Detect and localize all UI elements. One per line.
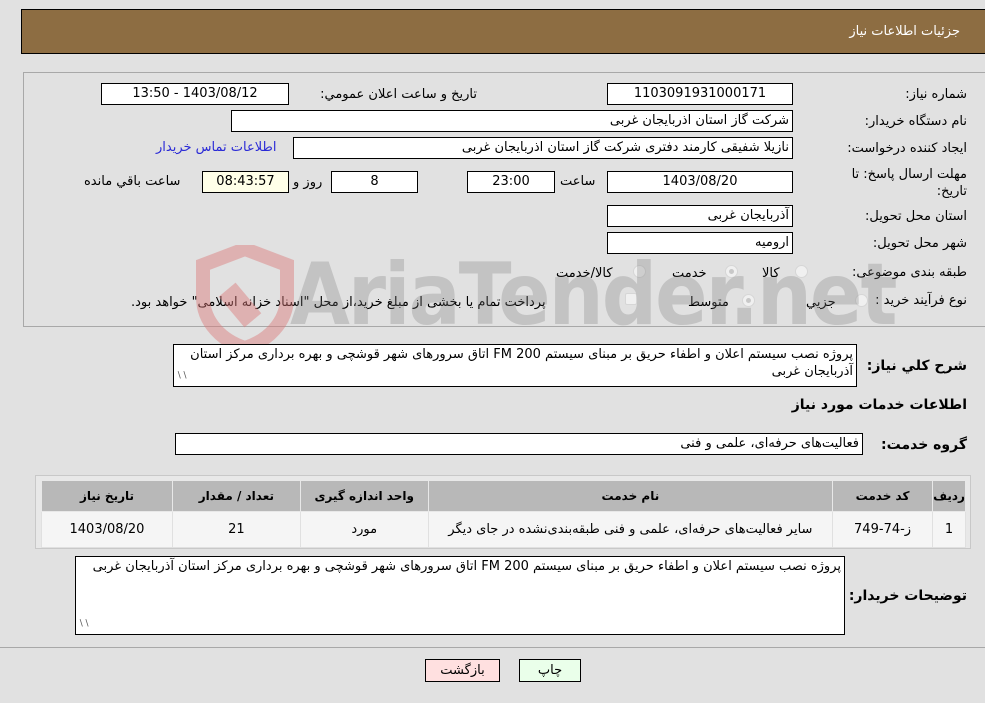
purchase-type-option-minor: جزيي <box>806 295 836 310</box>
buyer-org-label: نام دستگاه خريدار: <box>864 114 967 129</box>
cell-row-number: 1 <box>932 511 966 548</box>
general-description-text: پروژه نصب سیستم اعلان و اطفاء حریق بر مب… <box>190 347 853 379</box>
service-group-label: گروه خدمت: <box>881 437 967 453</box>
category-radio-goods[interactable] <box>795 265 808 278</box>
cell-need-date: 1403/08/20 <box>41 511 173 548</box>
col-header-need-date: تاريخ نياز <box>41 480 173 512</box>
services-table: رديف کد خدمت نام خدمت واحد اندازه گيری ت… <box>41 480 966 548</box>
deadline-label: مهلت ارسال پاسخ: تا تاريخ: <box>851 167 967 199</box>
requester-label: ايجاد کننده درخواست: <box>847 141 967 156</box>
delivery-province-field[interactable]: آذربایجان غربی <box>607 205 793 227</box>
buyer-notes-field[interactable]: پروژه نصب سیستم اعلان و اطفاء حریق بر مب… <box>75 556 845 635</box>
category-option-goods: کالا <box>762 266 780 281</box>
resize-grip-icon[interactable]: ∖∖ <box>78 616 89 633</box>
table-row: 1 ز-74-749 سایر فعالیت‌های حرفه‌ای، علمی… <box>41 511 966 548</box>
purchase-type-option-medium: متوسط <box>688 295 729 310</box>
category-label: طبقه بندی موضوعی: <box>851 265 967 280</box>
deadline-time-field[interactable]: 23:00 <box>467 171 555 193</box>
cell-quantity: 21 <box>171 511 301 548</box>
treasury-checkbox[interactable] <box>625 293 637 305</box>
general-description-label: شرح کلي نياز: <box>866 358 967 374</box>
buyer-notes-label: توضيحات خريدار: <box>848 588 967 604</box>
need-number-field[interactable]: 1103091931000171 <box>607 83 793 105</box>
col-header-unit: واحد اندازه گيری <box>299 480 429 512</box>
need-number-label: شماره نیاز: <box>905 87 967 102</box>
announce-datetime-label: تاریخ و ساعت اعلان عمومي: <box>320 87 477 102</box>
resize-grip-icon[interactable]: ∖∖ <box>176 368 187 385</box>
days-remaining-field: 8 <box>331 171 418 193</box>
table-header-row: رديف کد خدمت نام خدمت واحد اندازه گيری ت… <box>41 480 966 512</box>
general-description-field[interactable]: پروژه نصب سیستم اعلان و اطفاء حریق بر مب… <box>173 344 857 387</box>
footer-divider <box>0 647 985 648</box>
delivery-city-field[interactable]: ارومیه <box>607 232 793 254</box>
purchase-type-radio-minor[interactable] <box>855 294 868 307</box>
deadline-date-field[interactable]: 1403/08/20 <box>607 171 793 193</box>
buyer-notes-text: پروژه نصب سیستم اعلان و اطفاء حریق بر مب… <box>92 559 841 574</box>
days-label: روز و <box>293 175 323 190</box>
col-header-service-code: کد خدمت <box>832 480 934 512</box>
time-remaining-label: ساعت باقي مانده <box>84 174 181 189</box>
buyer-contact-link[interactable]: اطلاعات تماس خريدار <box>156 140 276 155</box>
cell-service-name: سایر فعالیت‌های حرفه‌ای، علمی و فنی طبقه… <box>427 511 834 548</box>
service-group-field[interactable]: فعالیت‌های حرفه‌ای، علمی و فنی <box>175 433 863 455</box>
category-option-service: خدمت <box>672 266 707 281</box>
back-button[interactable]: بازگشت <box>425 659 500 682</box>
deadline-time-label: ساعت <box>560 174 596 189</box>
print-button[interactable]: چاپ <box>519 659 581 682</box>
category-radio-goods-service[interactable] <box>633 265 646 278</box>
category-option-goods-service: کالا/خدمت <box>556 266 613 281</box>
category-radio-service[interactable] <box>725 265 738 278</box>
treasury-note: پرداخت تمام يا بخشی از مبلغ خريد،از محل … <box>131 295 546 310</box>
col-header-row-number: رديف <box>932 480 966 512</box>
purchase-type-label: نوع فرآيند خريد : <box>875 293 967 308</box>
col-header-service-name: نام خدمت <box>427 480 834 512</box>
services-section-title: اطلاعات خدمات مورد نياز <box>791 397 967 413</box>
buyer-org-field[interactable]: شرکت گاز استان اذربایجان غربی <box>231 110 793 132</box>
col-header-quantity: تعداد / مقدار <box>171 480 301 512</box>
time-remaining-field: 08:43:57 <box>202 171 289 193</box>
delivery-province-label: استان محل تحويل: <box>865 209 967 224</box>
cell-service-code: ز-74-749 <box>832 511 934 548</box>
delivery-city-label: شهر محل تحويل: <box>872 236 967 251</box>
services-table-container: رديف کد خدمت نام خدمت واحد اندازه گيری ت… <box>35 475 971 549</box>
page-title: جزئیات اطلاعات نیاز <box>849 24 960 39</box>
announce-datetime-field[interactable]: 1403/08/12 - 13:50 <box>101 83 289 105</box>
page-header: جزئیات اطلاعات نیاز <box>21 9 985 54</box>
purchase-type-radio-medium[interactable] <box>742 294 755 307</box>
requester-field[interactable]: نازیلا شفیقی کارمند دفتری شرکت گاز استان… <box>293 137 793 159</box>
cell-unit: مورد <box>299 511 429 548</box>
